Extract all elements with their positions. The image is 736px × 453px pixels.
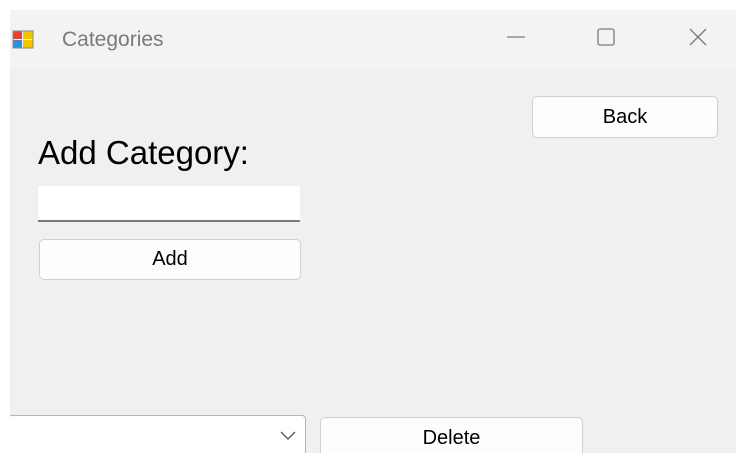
app-icon: [12, 28, 34, 50]
maximize-button[interactable]: [578, 10, 634, 69]
categories-window: Categories Back Add Category: Add Delete: [10, 10, 736, 453]
minimize-button[interactable]: [488, 10, 544, 69]
window-title: Categories: [62, 28, 164, 51]
delete-button[interactable]: Delete: [320, 417, 583, 453]
minimize-icon: [506, 27, 526, 52]
maximize-icon: [596, 27, 616, 52]
title-bar[interactable]: Categories: [10, 10, 736, 69]
chevron-down-icon: [279, 429, 297, 443]
close-icon: [688, 27, 708, 52]
back-button[interactable]: Back: [532, 96, 718, 138]
add-button[interactable]: Add: [39, 239, 301, 280]
add-category-heading: Add Category:: [38, 134, 249, 171]
category-name-input[interactable]: [38, 186, 300, 222]
close-button[interactable]: [670, 10, 726, 69]
category-select[interactable]: [10, 415, 306, 453]
